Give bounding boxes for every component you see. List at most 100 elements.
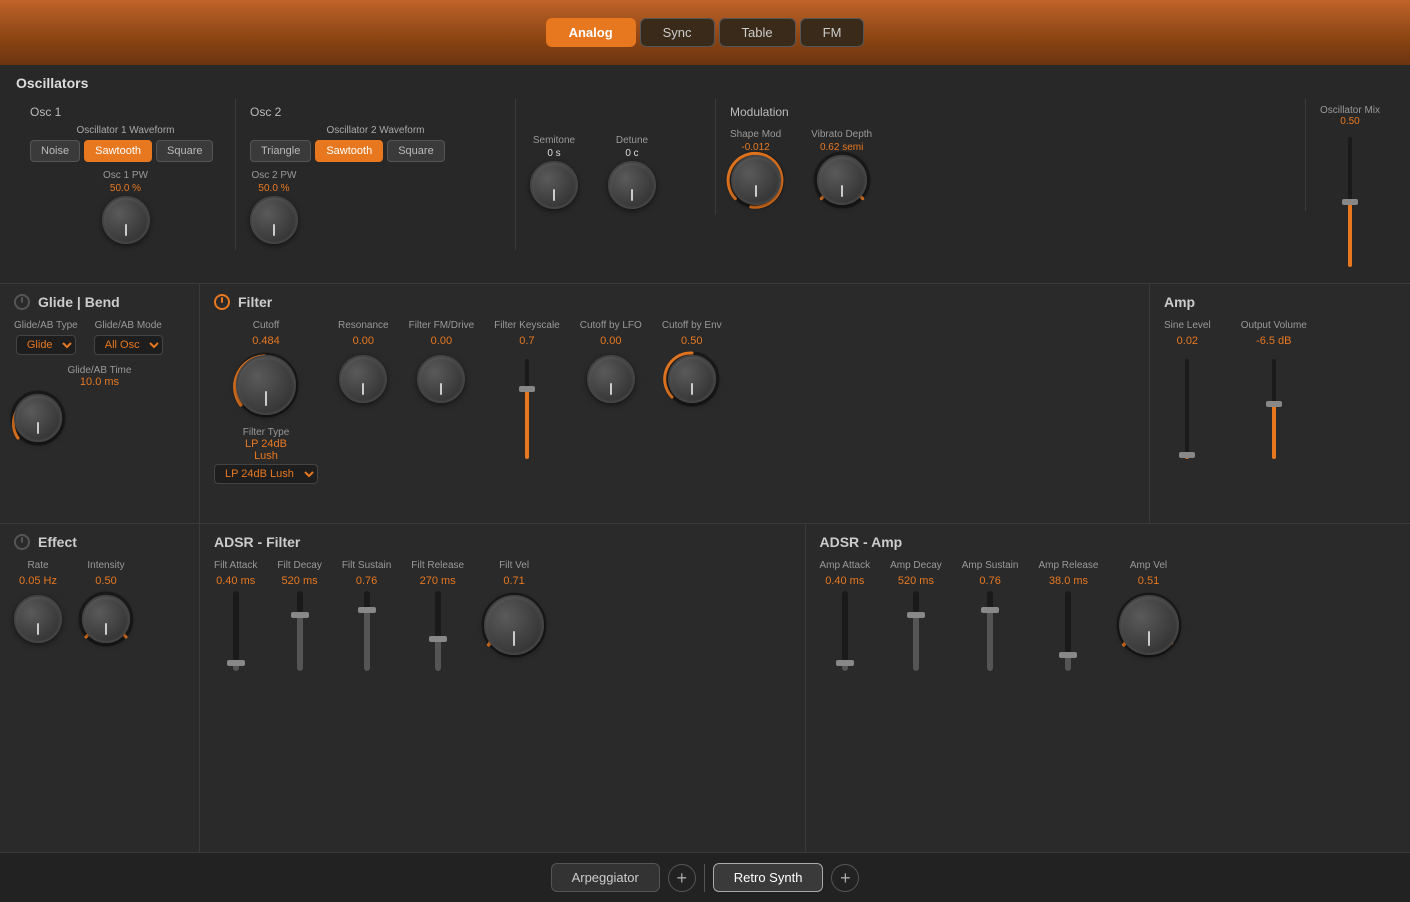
modulation-block: Modulation Shape Mod -0.012 xyxy=(716,99,1306,211)
glide-power-icon[interactable] xyxy=(14,294,30,310)
glide-type-col: Glide/AB Type Glide xyxy=(14,320,78,355)
fm-drive-value: 0.00 xyxy=(431,335,452,347)
osc1-title: Osc 1 xyxy=(30,105,221,119)
vibrato-depth-container: Vibrato Depth 0.62 semi xyxy=(811,129,872,205)
cutoff-env-col: Cutoff by Env 0.50 xyxy=(662,320,722,403)
cutoff-knob[interactable] xyxy=(236,355,296,415)
adsr-amp-section: ADSR - Amp Amp Attack 0.40 ms Amp Decay … xyxy=(806,524,1410,852)
osc1-wave-square[interactable]: Square xyxy=(156,140,213,162)
osc2-wave-sawtooth[interactable]: Sawtooth xyxy=(315,140,383,162)
semitone-label: Semitone xyxy=(533,135,575,146)
filt-decay-col: Filt Decay 520 ms xyxy=(277,560,321,671)
oscillators-row: Osc 1 Oscillator 1 Waveform Noise Sawtoo… xyxy=(16,99,1394,273)
vibrato-depth-value: 0.62 semi xyxy=(820,142,863,153)
glide-params: Glide/AB Type Glide Glide/AB Mode All Os… xyxy=(14,320,185,355)
amp-sustain-label: Amp Sustain xyxy=(962,560,1019,571)
keyscale-slider-track[interactable] xyxy=(525,359,529,459)
top-bar: Analog Sync Table FM xyxy=(0,0,1410,65)
osc2-waveform-label: Oscillator 2 Waveform xyxy=(250,125,501,136)
shape-mod-knob[interactable] xyxy=(731,155,781,205)
cutoff-lfo-value: 0.00 xyxy=(600,335,621,347)
amp-attack-slider[interactable] xyxy=(842,591,848,671)
amp-vel-knob-group xyxy=(1119,595,1179,655)
cutoff-value: 0.484 xyxy=(252,335,280,347)
filter-type-label: Filter Type xyxy=(214,427,318,438)
osc1-wave-sawtooth[interactable]: Sawtooth xyxy=(84,140,152,162)
glide-time-knob[interactable] xyxy=(14,394,62,442)
add-arp-button[interactable]: + xyxy=(668,864,696,892)
oscillators-title: Oscillators xyxy=(16,75,1394,91)
amp-vel-col: Amp Vel 0.51 xyxy=(1119,560,1179,655)
effect-power-icon[interactable] xyxy=(14,534,30,550)
cutoff-lfo-knob[interactable] xyxy=(587,355,635,403)
amp-vel-knob[interactable] xyxy=(1119,595,1179,655)
filt-release-slider[interactable] xyxy=(435,591,441,671)
cutoff-col: Cutoff 0.484 Filter Type LP 24dBLush xyxy=(214,320,318,484)
arpeggiator-tab[interactable]: Arpeggiator xyxy=(551,863,660,892)
osc2-title: Osc 2 xyxy=(250,105,501,119)
osc-mix-slider-track[interactable] xyxy=(1348,137,1352,267)
filt-sustain-slider[interactable] xyxy=(364,591,370,671)
osc1-wave-noise[interactable]: Noise xyxy=(30,140,80,162)
sine-level-col: Sine Level 0.02 xyxy=(1164,320,1211,459)
amp-sustain-value: 0.76 xyxy=(979,575,1000,587)
glide-type-select[interactable]: Glide xyxy=(16,335,76,355)
osc2-pw-knob[interactable] xyxy=(250,196,298,244)
filter-type-area: Filter Type LP 24dBLush LP 24dB Lush xyxy=(214,427,318,484)
resonance-knob[interactable] xyxy=(339,355,387,403)
amp-params: Sine Level 0.02 Output Volume -6.5 dB xyxy=(1164,320,1396,459)
filt-attack-slider[interactable] xyxy=(233,591,239,671)
osc-mix-block: Oscillator Mix 0.50 xyxy=(1306,99,1394,273)
glide-time-col: Glide/AB Time 10.0 ms xyxy=(14,365,185,447)
osc2-wave-triangle[interactable]: Triangle xyxy=(250,140,311,162)
main-content: Oscillators Osc 1 Oscillator 1 Waveform … xyxy=(0,65,1410,852)
keyscale-value: 0.7 xyxy=(519,335,534,347)
cutoff-env-label: Cutoff by Env xyxy=(662,320,722,331)
tab-fm[interactable]: FM xyxy=(800,18,865,47)
sine-level-slider-track[interactable] xyxy=(1185,359,1189,459)
amp-sustain-col: Amp Sustain 0.76 xyxy=(962,560,1019,671)
amp-section: Amp Sine Level 0.02 Output Volume -6.5 d… xyxy=(1150,284,1410,523)
amp-release-slider[interactable] xyxy=(1065,591,1071,671)
effect-rate-knob[interactable] xyxy=(14,595,62,643)
output-volume-slider-track[interactable] xyxy=(1272,359,1276,459)
effect-rate-label: Rate xyxy=(27,560,48,571)
detune-knob[interactable] xyxy=(608,161,656,209)
filter-section: Filter Cutoff 0.484 Filter Type xyxy=(200,284,1150,523)
fm-drive-knob-group xyxy=(417,355,465,403)
amp-release-value: 38.0 ms xyxy=(1049,575,1088,587)
tab-analog[interactable]: Analog xyxy=(546,18,636,47)
filt-vel-knob[interactable] xyxy=(484,595,544,655)
retro-synth-tab[interactable]: Retro Synth xyxy=(713,863,824,892)
filt-decay-slider[interactable] xyxy=(297,591,303,671)
amp-decay-slider[interactable] xyxy=(913,591,919,671)
amp-vel-value: 0.51 xyxy=(1138,575,1159,587)
glide-mode-select[interactable]: All Osc xyxy=(94,335,163,355)
adsr-filter-params: Filt Attack 0.40 ms Filt Decay 520 ms xyxy=(214,560,791,671)
add-synth-button[interactable]: + xyxy=(831,864,859,892)
adsr-filter-title: ADSR - Filter xyxy=(214,534,300,550)
tab-table[interactable]: Table xyxy=(719,18,796,47)
osc1-pw-knob[interactable] xyxy=(102,196,150,244)
cutoff-lfo-label: Cutoff by LFO xyxy=(580,320,642,331)
glide-mode-col: Glide/AB Mode All Osc xyxy=(94,320,163,355)
osc2-wave-square[interactable]: Square xyxy=(387,140,444,162)
fm-drive-knob[interactable] xyxy=(417,355,465,403)
semitone-knob[interactable] xyxy=(530,161,578,209)
osc1-pw-value: 50.0 % xyxy=(110,183,141,194)
amp-decay-label: Amp Decay xyxy=(890,560,942,571)
cutoff-env-knob[interactable] xyxy=(668,355,716,403)
filt-decay-value: 520 ms xyxy=(282,575,318,587)
cutoff-knob-group xyxy=(236,355,296,415)
amp-sustain-slider[interactable] xyxy=(987,591,993,671)
tab-sync[interactable]: Sync xyxy=(640,18,715,47)
glide-section: Glide | Bend Glide/AB Type Glide Glide/A… xyxy=(0,284,200,523)
effect-intensity-knob[interactable] xyxy=(82,595,130,643)
output-volume-value: -6.5 dB xyxy=(1256,335,1291,347)
effect-params: Rate 0.05 Hz Intensity 0.50 xyxy=(14,560,185,643)
filter-type-select[interactable]: LP 24dB Lush xyxy=(214,464,318,484)
vibrato-depth-knob[interactable] xyxy=(817,155,867,205)
effect-title: Effect xyxy=(38,534,77,550)
output-volume-col: Output Volume -6.5 dB xyxy=(1241,320,1307,459)
filter-power-icon[interactable] xyxy=(214,294,230,310)
